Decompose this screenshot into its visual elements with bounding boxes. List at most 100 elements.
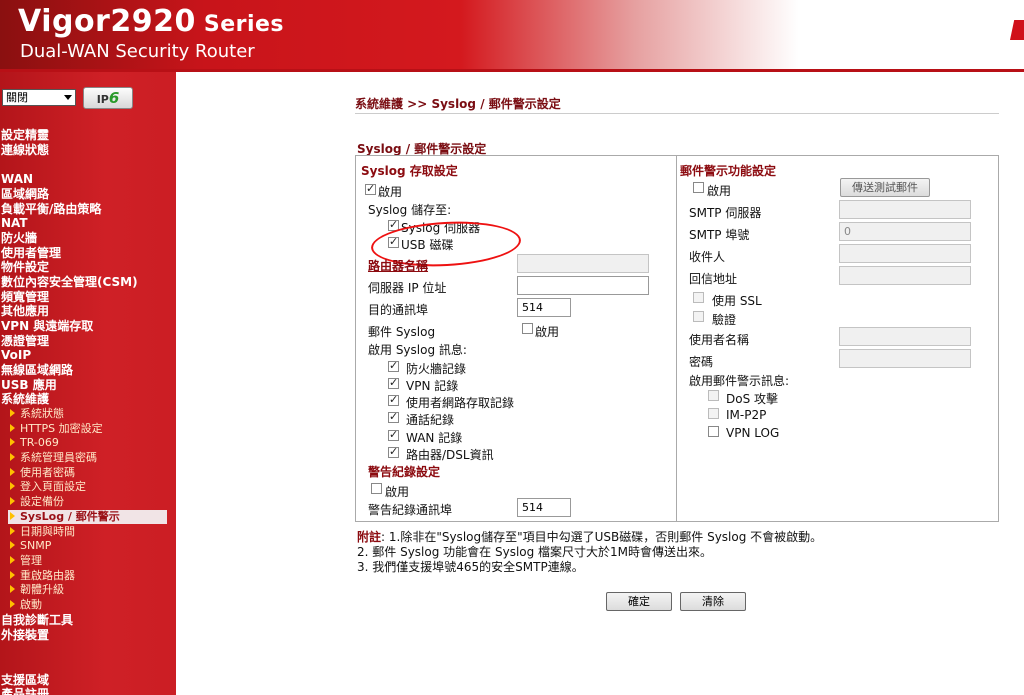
- subitem-reboot[interactable]: 重啟路由器: [10, 569, 75, 583]
- subitem-login-page[interactable]: 登入頁面設定: [10, 480, 86, 494]
- router-dsl-info-checkbox[interactable]: [388, 445, 399, 458]
- draytek-logo-icon: [1010, 20, 1024, 40]
- server-ip-label: 伺服器 IP 位址: [368, 281, 447, 295]
- sidebar-item-csm[interactable]: 數位內容安全管理(CSM): [1, 275, 138, 289]
- mail-alert-heading: 郵件警示功能設定: [680, 164, 777, 178]
- sidebar-item-load-balance[interactable]: 負載平衡/路由策略: [1, 202, 101, 216]
- breadcrumb-divider: [355, 113, 999, 114]
- firewall-log-checkbox[interactable]: [388, 359, 399, 372]
- sidebar-item-system-maintenance[interactable]: 系統維護: [1, 392, 49, 406]
- auth-label: 驗證: [712, 313, 737, 327]
- brand-subtitle: Dual-WAN Security Router: [20, 41, 255, 62]
- subitem-admin-password[interactable]: 系統管理員密碼: [10, 451, 97, 465]
- wan-log-label: WAN 記錄: [406, 431, 463, 445]
- sidebar-item-wan[interactable]: WAN: [1, 172, 33, 186]
- dest-port-label: 目的通訊埠: [368, 303, 429, 317]
- sidebar-item-support[interactable]: 支援區域: [1, 673, 49, 687]
- dos-attack-label: DoS 攻擊: [726, 392, 779, 406]
- enable-mail-alerts-label: 啟用郵件警示訊息:: [689, 374, 790, 388]
- vpn-log-alert-checkbox[interactable]: [708, 426, 719, 437]
- ipv6-button[interactable]: IP6: [83, 87, 133, 109]
- ok-button[interactable]: 確定: [606, 592, 672, 611]
- sidebar: 關閉 IP6 設定精靈 連線狀態 WAN 區域網路 負載平衡/路由策略 NAT …: [0, 72, 176, 695]
- arrow-right-icon: [10, 600, 15, 608]
- sidebar-item-nat[interactable]: NAT: [1, 216, 28, 230]
- subitem-https[interactable]: HTTPS 加密設定: [10, 422, 103, 436]
- subitem-syslog-mail-alert[interactable]: SysLog / 郵件警示: [8, 510, 167, 524]
- sidebar-item-usb[interactable]: USB 應用: [1, 378, 57, 392]
- recipient-field[interactable]: [839, 244, 971, 263]
- mail-syslog-enable-label: 啟用: [535, 325, 560, 339]
- arrow-right-icon: [10, 541, 15, 549]
- sidebar-item-user-management[interactable]: 使用者管理: [1, 246, 61, 260]
- arrow-right-icon: [10, 527, 15, 535]
- subitem-user-password[interactable]: 使用者密碼: [10, 466, 75, 480]
- clear-button[interactable]: 清除: [680, 592, 746, 611]
- sidebar-item-wireless[interactable]: 無線區域網路: [1, 363, 73, 377]
- subitem-time-date[interactable]: 日期與時間: [10, 525, 75, 539]
- auth-checkbox[interactable]: [693, 311, 704, 322]
- sidebar-item-diagnostics[interactable]: 自我診斷工具: [1, 613, 73, 627]
- breadcrumb: 系統維護 >> Syslog / 郵件警示設定: [355, 97, 561, 111]
- sidebar-item-product-registration[interactable]: 產品註冊: [1, 687, 49, 695]
- subitem-management[interactable]: 管理: [10, 554, 42, 568]
- language-select[interactable]: 關閉: [2, 89, 76, 106]
- sidebar-item-objects[interactable]: 物件設定: [1, 260, 49, 274]
- syslog-enable-checkbox[interactable]: [365, 182, 376, 195]
- arrow-right-icon: [10, 409, 15, 417]
- sidebar-item-applications[interactable]: 其他應用: [1, 304, 49, 318]
- vpn-log-checkbox[interactable]: [388, 376, 399, 389]
- dos-attack-checkbox[interactable]: [708, 390, 719, 401]
- subitem-activation[interactable]: 啟動: [10, 598, 42, 612]
- reply-to-label: 回信地址: [689, 272, 738, 286]
- sidebar-item-wizard[interactable]: 設定精靈: [1, 128, 49, 142]
- chevron-down-icon: [64, 95, 72, 100]
- smtp-port-label: SMTP 埠號: [689, 228, 750, 242]
- brand-title: Vigor2920 Series: [18, 4, 285, 39]
- user-access-log-checkbox[interactable]: [388, 393, 399, 406]
- wan-log-checkbox[interactable]: [388, 428, 399, 441]
- panel-divider: [676, 155, 677, 522]
- mail-syslog-checkbox[interactable]: [522, 323, 533, 334]
- send-test-mail-button[interactable]: 傳送測試郵件: [840, 178, 930, 197]
- smtp-server-label: SMTP 伺服器: [689, 206, 762, 220]
- sidebar-item-certificate[interactable]: 憑證管理: [1, 334, 49, 348]
- router-name-field[interactable]: [517, 254, 649, 273]
- use-ssl-checkbox[interactable]: [693, 292, 704, 303]
- im-p2p-checkbox[interactable]: [708, 408, 719, 419]
- sidebar-item-external-devices[interactable]: 外接裝置: [1, 628, 49, 642]
- password-field[interactable]: [839, 349, 971, 368]
- arrow-right-icon: [10, 453, 15, 461]
- alert-log-heading: 警告紀錄設定: [368, 465, 441, 479]
- arrow-right-icon: [10, 512, 15, 520]
- router-dsl-info-label: 路由器/DSL資訊: [406, 448, 494, 462]
- note-line-3: 3. 我們僅支援埠號465的安全SMTP連線。: [357, 560, 584, 574]
- reply-to-field[interactable]: [839, 266, 971, 285]
- username-label: 使用者名稱: [689, 333, 750, 347]
- arrow-right-icon: [10, 571, 15, 579]
- sidebar-item-firewall[interactable]: 防火牆: [1, 231, 37, 245]
- alert-log-enable-checkbox[interactable]: [371, 483, 382, 494]
- username-field[interactable]: [839, 327, 971, 346]
- subitem-firmware-upgrade[interactable]: 韌體升級: [10, 583, 64, 597]
- arrow-right-icon: [10, 468, 15, 476]
- subitem-tr069[interactable]: TR-069: [10, 436, 59, 450]
- sidebar-item-vpn[interactable]: VPN 與遠端存取: [1, 319, 93, 333]
- sidebar-item-online-status[interactable]: 連線狀態: [1, 143, 49, 157]
- syslog-section-heading: Syslog 存取設定: [361, 164, 458, 178]
- mail-alert-enable-checkbox[interactable]: [693, 182, 704, 193]
- dest-port-field[interactable]: 514: [517, 298, 571, 317]
- subitem-system-status[interactable]: 系統狀態: [10, 407, 64, 421]
- subitem-snmp[interactable]: SNMP: [10, 539, 51, 553]
- syslog-enable-label: 啟用: [378, 185, 403, 199]
- sidebar-item-voip[interactable]: VoIP: [1, 348, 31, 362]
- alert-log-port-label: 警告紀錄通訊埠: [368, 503, 453, 517]
- alert-log-port-field[interactable]: 514: [517, 498, 571, 517]
- call-log-checkbox[interactable]: [388, 410, 399, 423]
- sidebar-item-lan[interactable]: 區域網路: [1, 187, 49, 201]
- smtp-server-field[interactable]: [839, 200, 971, 219]
- subitem-config-backup[interactable]: 設定備份: [10, 495, 64, 509]
- server-ip-field[interactable]: [517, 276, 649, 295]
- smtp-port-field[interactable]: 0: [839, 222, 971, 241]
- sidebar-item-bandwidth[interactable]: 頻寬管理: [1, 290, 49, 304]
